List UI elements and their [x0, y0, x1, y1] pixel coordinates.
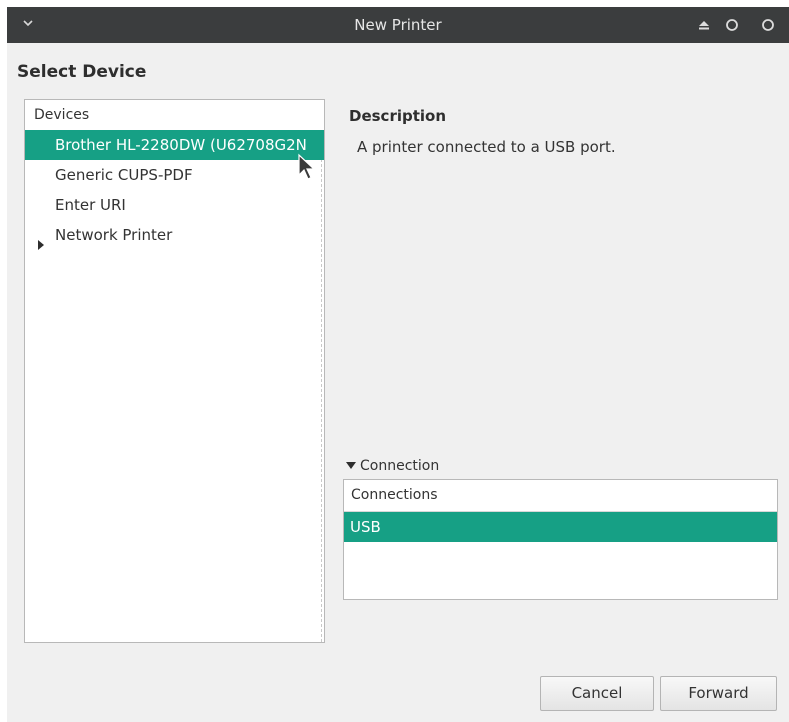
- title-bar[interactable]: New Printer: [7, 7, 789, 43]
- description-text: A printer connected to a USB port.: [357, 138, 616, 156]
- new-printer-window: New Printer Select Device Devices Brothe…: [7, 7, 789, 722]
- triangle-down-icon: [346, 462, 356, 469]
- connections-list[interactable]: Connections USB: [343, 479, 778, 600]
- device-item-label: Brother HL-2280DW (U62708G2N: [55, 136, 307, 154]
- triangle-right-icon[interactable]: [36, 230, 46, 250]
- connections-column-header[interactable]: Connections: [344, 480, 777, 512]
- circle-icon: [726, 19, 738, 31]
- maximize-button[interactable]: [761, 18, 775, 32]
- device-item-network-printer[interactable]: Network Printer: [25, 220, 324, 250]
- cancel-button[interactable]: Cancel: [540, 676, 654, 711]
- device-item-label: Enter URI: [55, 196, 126, 214]
- device-item-cups-pdf[interactable]: Generic CUPS-PDF: [25, 160, 324, 190]
- mouse-pointer-icon: [298, 153, 316, 180]
- connection-item-label: USB: [350, 518, 381, 536]
- minimize-button[interactable]: [725, 18, 739, 32]
- device-item-enter-uri[interactable]: Enter URI: [25, 190, 324, 220]
- page-title: Select Device: [17, 62, 147, 82]
- forward-button[interactable]: Forward: [660, 676, 777, 711]
- connection-item-usb[interactable]: USB: [344, 512, 777, 542]
- eject-button[interactable]: [697, 18, 711, 32]
- window-title: New Printer: [354, 16, 442, 34]
- devices-tree[interactable]: Devices Brother HL-2280DW (U62708G2N Gen…: [24, 99, 325, 643]
- device-item-label: Generic CUPS-PDF: [55, 166, 193, 184]
- description-title: Description: [349, 107, 447, 125]
- device-item-brother[interactable]: Brother HL-2280DW (U62708G2N: [25, 130, 324, 160]
- connection-expander[interactable]: Connection: [346, 458, 439, 474]
- device-item-label: Network Printer: [55, 226, 173, 244]
- eject-icon: [699, 21, 709, 30]
- connection-expander-label: Connection: [360, 458, 440, 474]
- circle-icon: [762, 19, 774, 31]
- devices-column-header[interactable]: Devices: [25, 100, 324, 130]
